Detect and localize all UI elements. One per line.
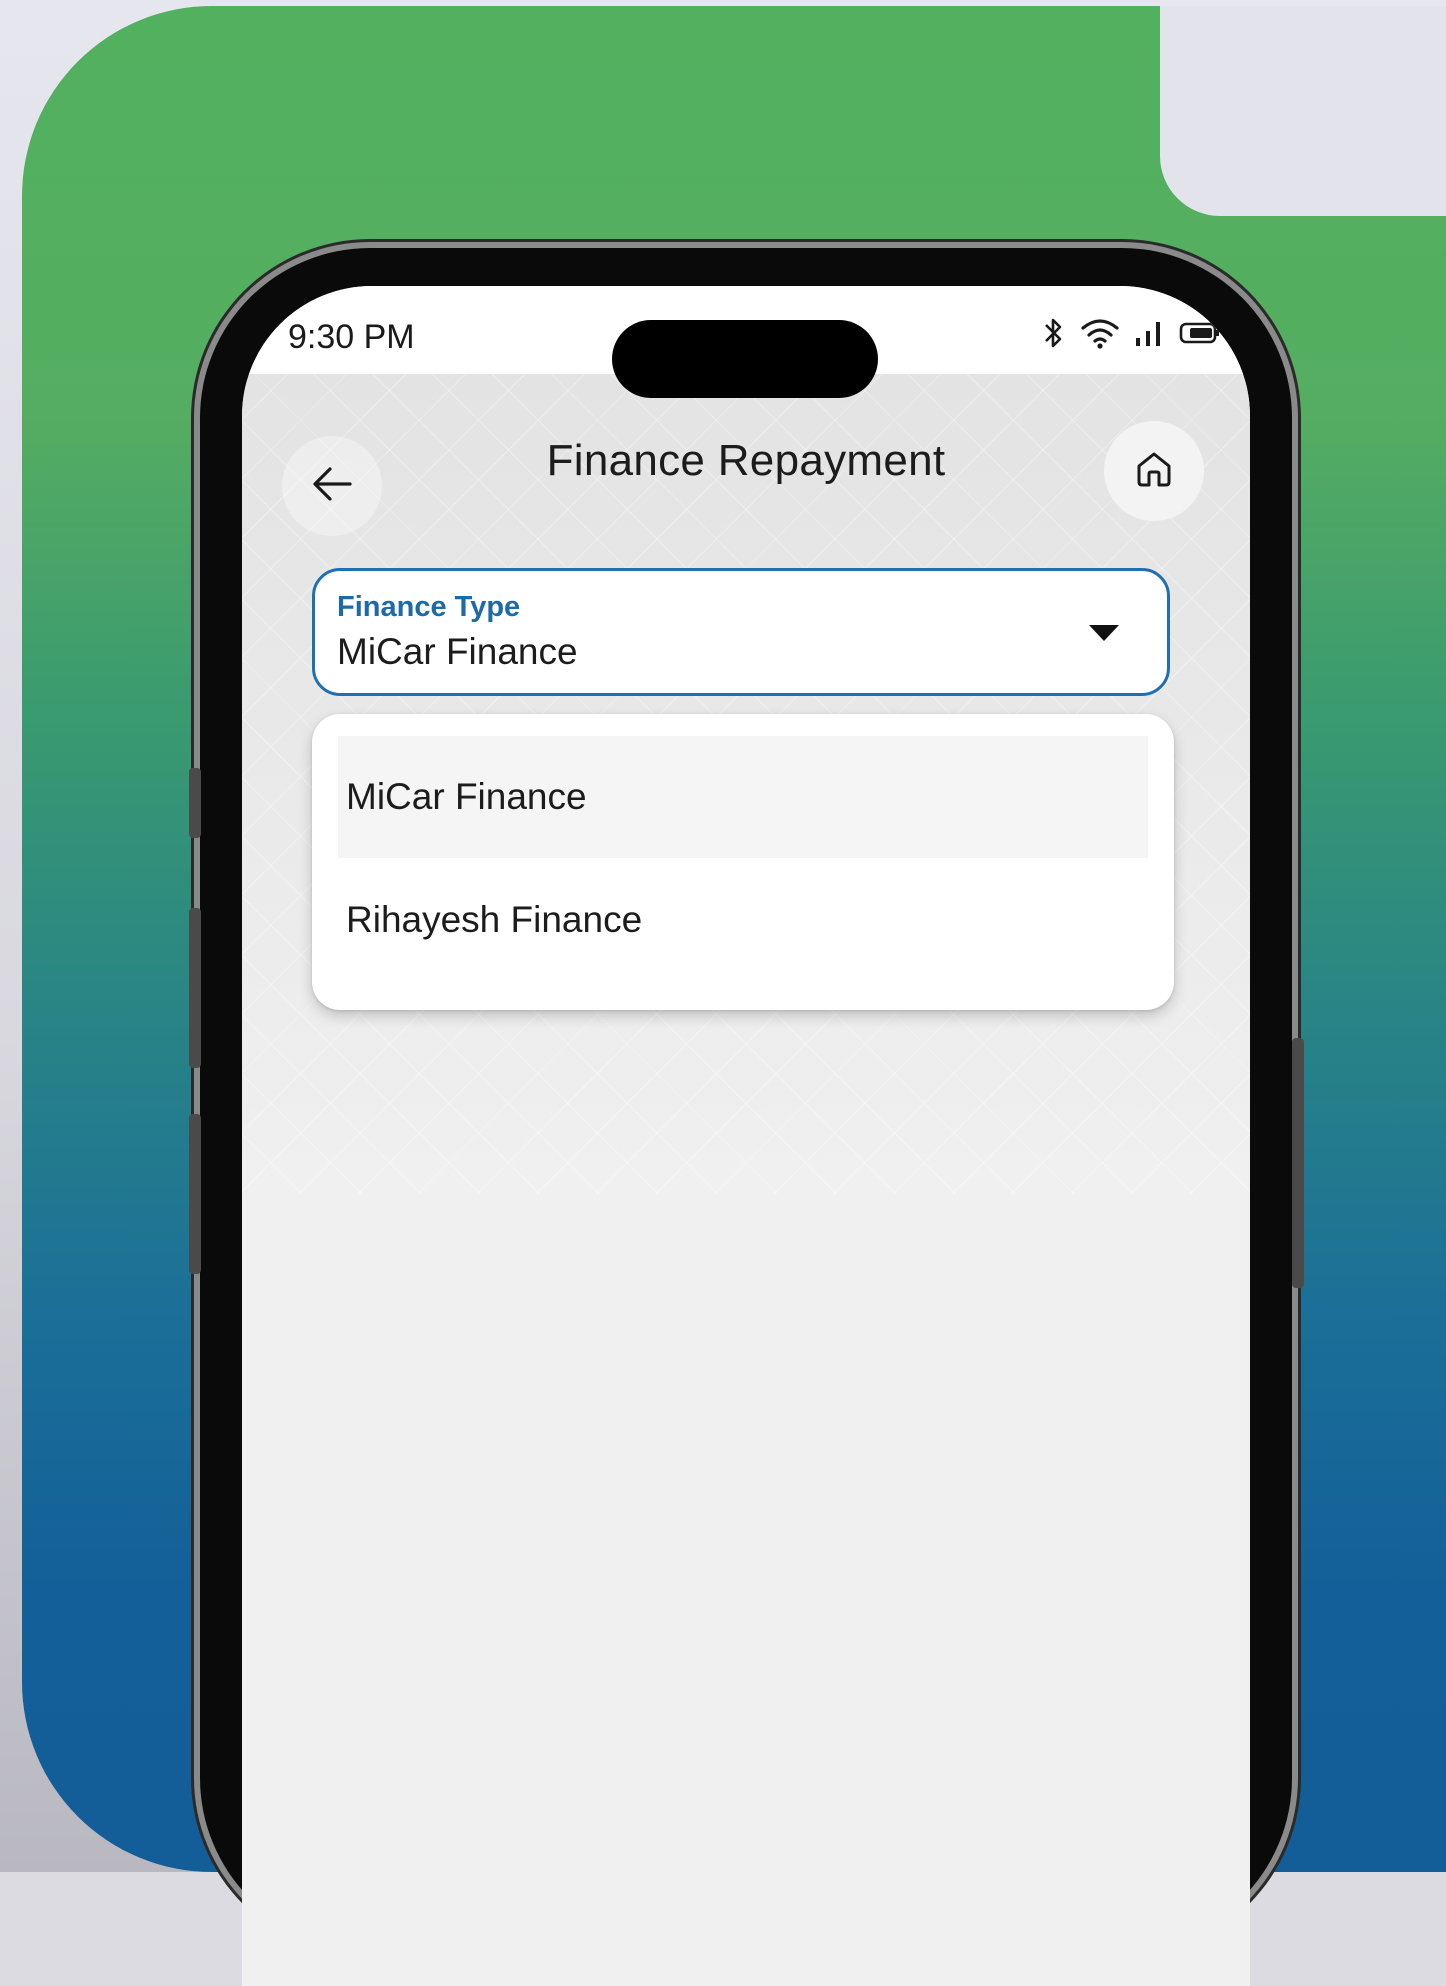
wifi-icon <box>1080 317 1120 349</box>
home-button[interactable] <box>1104 421 1204 521</box>
menu-option-micar-finance[interactable]: MiCar Finance <box>338 736 1148 858</box>
finance-type-menu: MiCar Finance Rihayesh Finance <box>312 714 1174 1010</box>
phone-frame: 9:30 PM Finance Repayment Finance Type M… <box>200 248 1292 1986</box>
page-title: Finance Repayment <box>546 436 946 485</box>
signal-icon <box>1134 318 1164 348</box>
caret-down-icon <box>1089 625 1119 641</box>
finance-type-value: MiCar Finance <box>337 631 578 672</box>
phone-side-button <box>1292 1038 1304 1288</box>
phone-side-button <box>189 768 201 838</box>
battery-icon <box>1178 321 1220 345</box>
finance-type-label: Finance Type <box>337 591 521 623</box>
phone-screen: 9:30 PM Finance Repayment Finance Type M… <box>242 286 1250 1986</box>
bluetooth-icon <box>1042 316 1066 350</box>
status-icons <box>1042 316 1220 350</box>
home-icon <box>1133 448 1175 494</box>
dynamic-island <box>612 320 878 398</box>
phone-side-button <box>189 908 201 1068</box>
phone-side-button <box>189 1114 201 1274</box>
card-notch <box>1160 6 1446 216</box>
finance-type-dropdown[interactable]: Finance Type MiCar Finance <box>312 568 1170 696</box>
status-time: 9:30 PM <box>288 318 415 356</box>
menu-option-rihayesh-finance[interactable]: Rihayesh Finance <box>338 859 1148 981</box>
